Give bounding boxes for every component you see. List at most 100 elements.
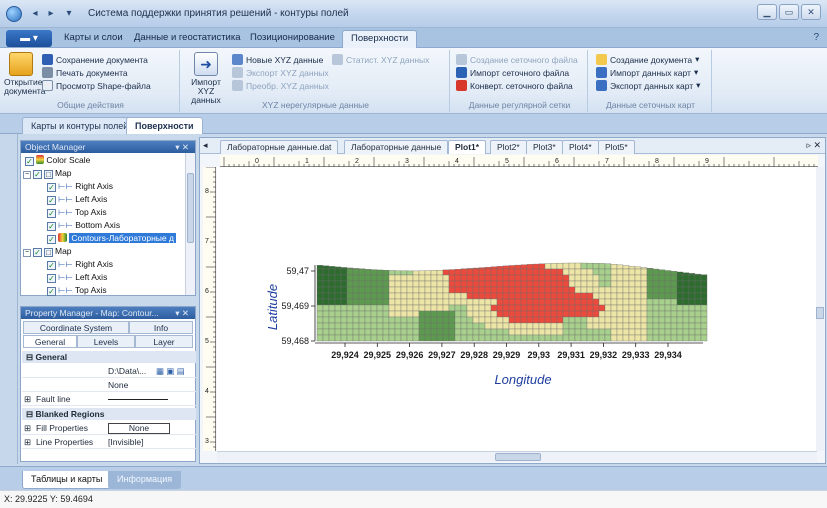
plot-canvas[interactable]: 59,47 59,469 59,468 29,924 29,925 29,926 29,92… [217, 167, 817, 451]
restore-button[interactable]: ▭ [779, 4, 799, 20]
save-document-button[interactable]: Сохранение документа [42, 54, 148, 65]
create-grid-button[interactable]: Создание сеточного файла [456, 54, 578, 65]
contour-cell [664, 316, 672, 324]
help-icon[interactable]: ? [813, 32, 819, 43]
minimize-button[interactable]: ▁ [757, 4, 777, 20]
browse-icons[interactable]: ▦ ▣ ▤ [156, 365, 185, 378]
expand-icon[interactable]: ⊞ [24, 436, 31, 449]
checkbox-icon[interactable]: ✓ [47, 274, 56, 283]
plot-tab-plot2[interactable]: Plot2* [490, 140, 527, 154]
tab-layer[interactable]: Layer [135, 335, 193, 348]
contour-cell [358, 298, 366, 306]
contour-cell [370, 298, 378, 306]
checkbox-icon[interactable]: ✓ [33, 170, 42, 179]
tab-levels[interactable]: Levels [77, 335, 135, 348]
tab-data-geostat[interactable]: Данные и геостатистика [134, 32, 241, 43]
prop-row-file[interactable]: D:\Data\... ▦ ▣ ▤ [22, 365, 196, 378]
collapse-icon[interactable]: − [23, 249, 31, 257]
panel-close-icon[interactable]: ▾ ✕ [175, 141, 189, 153]
export-map-data-dropdown[interactable]: Экспорт данных карт ▾ [596, 80, 700, 91]
checkbox-icon[interactable]: ✓ [47, 261, 56, 270]
plot-tab-lab-data[interactable]: Лабораторные данные [344, 140, 449, 154]
prop-row-fill[interactable]: ⊞ Fill Properties None [22, 422, 196, 435]
group-label-general: Общие действия [57, 100, 124, 110]
app-menu-button[interactable]: ▬ ▾ [6, 30, 52, 47]
section-blanked-regions[interactable]: ⊟ Blanked Regions [22, 408, 196, 420]
tree-item-map-1[interactable]: − ✓ □ Map [23, 167, 72, 179]
tab-general[interactable]: General [23, 335, 77, 348]
tab-coordinate-system[interactable]: Coordinate System [23, 321, 129, 334]
checkbox-icon[interactable]: ✓ [33, 248, 42, 257]
tree-item-left-axis-2[interactable]: ✓ ⊢⊢ Left Axis [47, 271, 107, 283]
contour-cell [604, 304, 612, 312]
stat-xyz-button[interactable]: Статист. XYZ данных [332, 54, 429, 65]
plot-horizontal-scrollbar[interactable] [217, 451, 817, 462]
checkbox-icon[interactable]: ✓ [47, 183, 56, 192]
tab-maps-layers[interactable]: Карты и слои [64, 32, 123, 43]
tabs-close-icon[interactable]: ▹ ✕ [806, 140, 821, 151]
tree-item-right-axis[interactable]: ✓ ⊢⊢ Right Axis [47, 180, 113, 192]
file-path-value: D:\Data\... [108, 366, 147, 376]
contour-map[interactable]: 59,47 59,469 59,468 29,924 29,925 29,926 29,92… [217, 167, 817, 451]
forward-icon[interactable]: ▸ [44, 7, 58, 21]
checkbox-icon[interactable]: ✓ [47, 209, 56, 218]
prop-row-line[interactable]: ⊞ Line Properties [Invisible] [22, 436, 196, 449]
tree-item-top-axis[interactable]: ✓ ⊢⊢ Top Axis [47, 206, 107, 218]
app-logo-icon[interactable] [6, 6, 22, 22]
fill-value[interactable]: None [108, 423, 170, 434]
print-document-button[interactable]: Печать документа [42, 67, 128, 78]
bottom-tab-tables-maps[interactable]: Таблицы и карты [22, 471, 112, 489]
import-grid-button[interactable]: Импорт сеточного файла [456, 67, 569, 78]
collapse-icon[interactable]: − [23, 171, 31, 179]
scroll-thumb[interactable] [495, 453, 541, 461]
convert-grid-button[interactable]: Конверт. сеточного файла [456, 80, 573, 91]
contour-cell [382, 270, 390, 276]
checkbox-icon[interactable]: ✓ [47, 196, 56, 205]
new-xyz-button[interactable]: Новые XYZ данные [232, 54, 323, 65]
tree-item-map-2[interactable]: − ✓ □ Map [23, 245, 72, 257]
plot-vertical-scrollbar[interactable] [816, 167, 824, 451]
import-map-data-dropdown[interactable]: Импорт данных карт ▾ [596, 67, 698, 78]
tree-item-color-scale[interactable]: ✓ Color Scale [25, 154, 90, 166]
export-xyz-button[interactable]: Экспорт XYZ данных [232, 67, 329, 78]
back-icon[interactable]: ◂ [28, 7, 42, 21]
doctab-surfaces[interactable]: Поверхности [126, 117, 203, 134]
plot-tab-plot3[interactable]: Plot3* [526, 140, 563, 154]
expand-icon[interactable]: ⊞ [24, 393, 31, 406]
tree-item-right-axis-2[interactable]: ✓ ⊢⊢ Right Axis [47, 258, 113, 270]
plot-tab-plot4[interactable]: Plot4* [562, 140, 599, 154]
tree-item-contours[interactable]: ✓ Contours-Лабораторные д [47, 232, 176, 244]
checkbox-icon[interactable]: ✓ [47, 287, 56, 296]
section-general[interactable]: ⊟ General [22, 351, 196, 363]
checkbox-icon[interactable]: ✓ [47, 222, 56, 231]
bottom-tab-info[interactable]: Информация [108, 471, 182, 489]
create-document-dropdown[interactable]: Создание документа ▾ [596, 54, 699, 65]
doctab-maps-contours[interactable]: Карты и контуры полей [22, 117, 138, 134]
import-xyz-button[interactable]: ➜ Импорт XYZ данных [186, 52, 226, 105]
tab-surfaces[interactable]: Поверхности [342, 30, 418, 49]
plot-tab-plot1[interactable]: Plot1* [448, 140, 487, 154]
prop-row-none[interactable]: None [22, 379, 196, 392]
tabs-scroll-left-icon[interactable]: ◂ [203, 140, 208, 151]
tab-positioning[interactable]: Позиционирование [250, 32, 335, 43]
expand-icon[interactable]: ⊞ [24, 422, 31, 435]
tab-info[interactable]: Info [129, 321, 193, 334]
open-document-button[interactable]: Открытие документа [4, 52, 45, 96]
checkbox-icon[interactable]: ✓ [47, 235, 56, 244]
transform-xyz-button[interactable]: Преобр. XYZ данных [232, 80, 329, 91]
checkbox-icon[interactable]: ✓ [25, 157, 34, 166]
tree-item-top-axis-2[interactable]: ✓ ⊢⊢ Top Axis [47, 284, 107, 296]
close-button[interactable]: ✕ [801, 4, 821, 20]
contour-cell [694, 310, 702, 318]
prop-row-fault-line[interactable]: ⊞ Fault line [22, 393, 196, 406]
object-manager-scrollbar[interactable] [185, 153, 195, 295]
tree-item-left-axis[interactable]: ✓ ⊢⊢ Left Axis [47, 193, 107, 205]
view-shape-file-button[interactable]: Просмотр Shape-файла [42, 80, 151, 91]
scroll-thumb[interactable] [187, 173, 194, 243]
scroll-thumb[interactable] [816, 307, 824, 319]
quick-access-dropdown-icon[interactable]: ▾ [62, 7, 76, 21]
plot-tab-plot5[interactable]: Plot5* [598, 140, 635, 154]
plot-tab-lab-data-dat[interactable]: Лабораторные данные.dat [220, 140, 339, 154]
tree-item-bottom-axis[interactable]: ✓ ⊢⊢ Bottom Axis [47, 219, 120, 231]
panel-close-icon[interactable]: ▾ ✕ [175, 307, 189, 319]
